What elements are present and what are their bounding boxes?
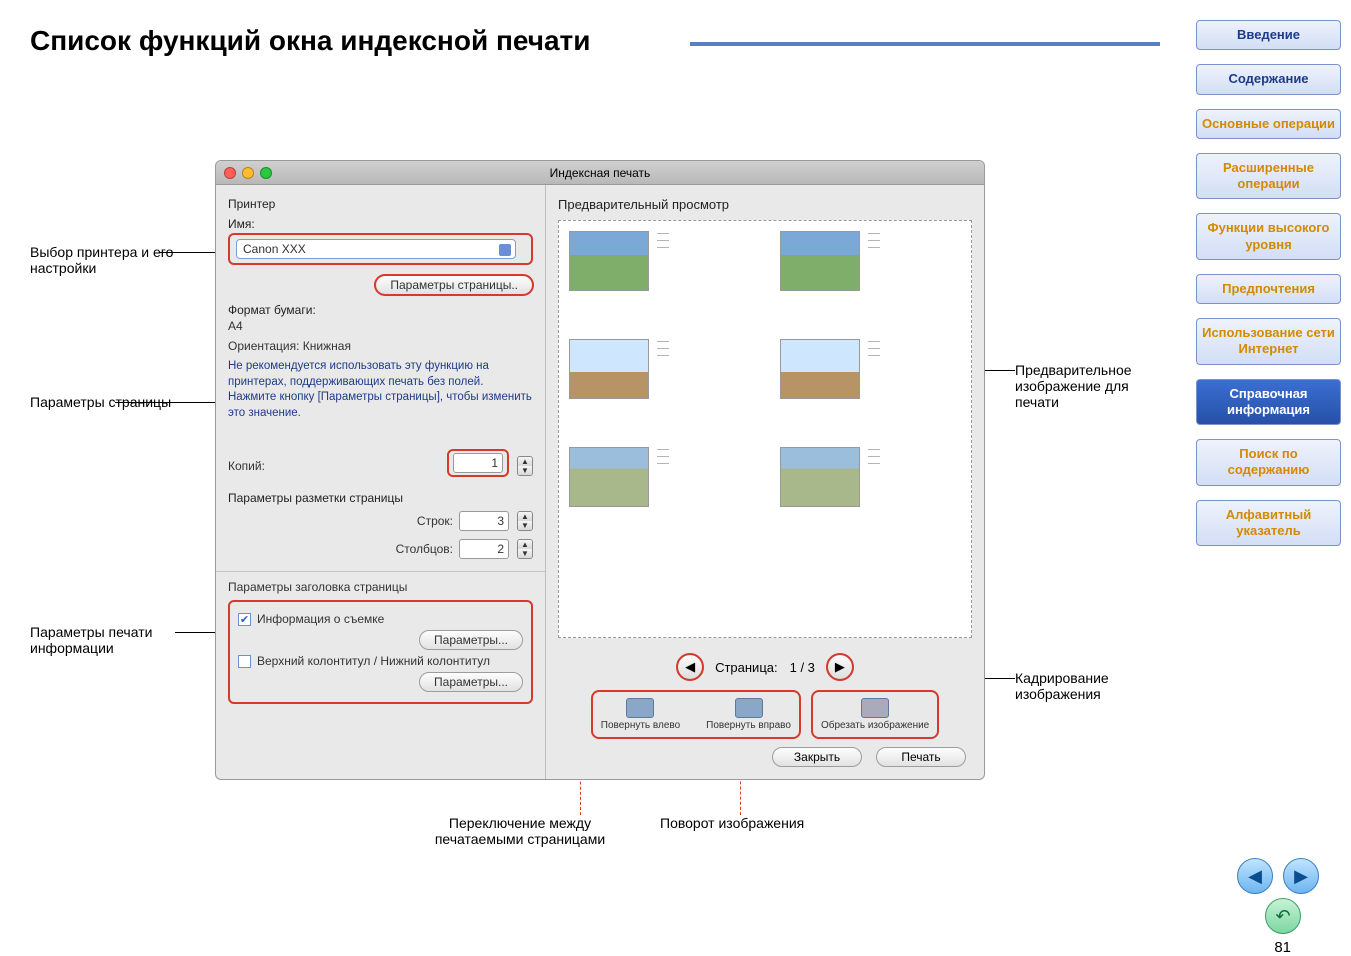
tab-basic-ops[interactable]: Основные операции — [1196, 109, 1341, 139]
page-setup-button[interactable]: Параметры страницы.. — [375, 275, 533, 295]
page-number: 81 — [1274, 939, 1291, 956]
thumbnail: —————— — [780, 339, 961, 429]
callout-print-info: Параметры печати информации — [30, 624, 200, 656]
sidebar: Введение Содержание Основные операции Ра… — [1196, 20, 1341, 546]
printer-select[interactable]: Canon XXX — [236, 239, 516, 259]
nav-prev-icon[interactable]: ◀ — [1237, 858, 1273, 894]
paper-value: A4 — [228, 319, 533, 333]
page-indicator-value: 1 / 3 — [790, 660, 815, 675]
name-label: Имя: — [228, 217, 533, 231]
callout-trimming: Кадрирование изображения — [1015, 670, 1175, 702]
copies-spinner[interactable]: ▲▼ — [517, 456, 533, 476]
rotate-right-button[interactable]: Повернуть вправо — [700, 694, 797, 735]
callout-printer-select: Выбор принтера и его настройки — [30, 244, 200, 276]
callout-rotate: Поворот изображения — [660, 815, 860, 831]
left-pane: Принтер Имя: Canon XXX Параметры страниц… — [216, 185, 546, 779]
thumbnail: —————— — [569, 447, 750, 537]
window-title: Индексная печать — [216, 166, 984, 180]
shooting-info-label: Информация о съемке — [257, 612, 384, 626]
thumbnail: —————— — [569, 339, 750, 429]
callout-page-switch: Переключение между печатаемыми страницам… — [410, 815, 630, 847]
title-rule — [690, 42, 1160, 46]
tab-high-level[interactable]: Функции высокого уровня — [1196, 213, 1341, 260]
headerfooter-params-button[interactable]: Параметры... — [419, 672, 523, 692]
leader-line — [115, 402, 230, 403]
tab-reference[interactable]: Справочная информация — [1196, 379, 1341, 426]
margin-note: Не рекомендуется использовать эту функци… — [228, 359, 533, 421]
crop-label: Обрезать изображение — [821, 720, 929, 731]
right-pane: Предварительный просмотр —————— —————— —… — [546, 185, 984, 779]
nav-pager: ◀ ▶ — [1237, 858, 1319, 894]
tab-preferences[interactable]: Предпочтения — [1196, 274, 1341, 304]
rotate-right-icon — [735, 698, 763, 718]
header-footer-label: Верхний колонтитул / Нижний колонтитул — [257, 654, 490, 668]
page-title: Список функций окна индексной печати — [30, 25, 590, 57]
crop-icon — [861, 698, 889, 718]
rotate-left-icon — [626, 698, 654, 718]
titlebar: Индексная печать — [216, 161, 984, 185]
printer-label: Принтер — [228, 197, 533, 211]
cols-label: Столбцов: — [396, 542, 453, 556]
thumbnail: —————— — [569, 231, 750, 321]
preview-area: —————— —————— —————— —————— —————— —————… — [558, 220, 972, 638]
layout-label: Параметры разметки страницы — [228, 491, 533, 505]
tab-advanced-ops[interactable]: Расширенные операции — [1196, 153, 1341, 200]
rows-input[interactable]: 3 — [459, 511, 509, 531]
copies-label: Копий: — [228, 459, 265, 473]
print-button[interactable]: Печать — [876, 747, 966, 767]
page-prev-button[interactable]: ◀ — [677, 654, 703, 680]
cols-spinner[interactable]: ▲▼ — [517, 539, 533, 559]
shooting-info-checkbox[interactable]: ✔ — [238, 613, 251, 626]
header-section-label: Параметры заголовка страницы — [228, 580, 533, 594]
rows-spinner[interactable]: ▲▼ — [517, 511, 533, 531]
callout-preview: Предварительное изображение для печати — [1015, 362, 1175, 410]
thumbnail: —————— — [780, 231, 961, 321]
tab-search[interactable]: Поиск по содержанию — [1196, 439, 1341, 486]
orientation-value: Ориентация: Книжная — [228, 339, 533, 353]
rotate-left-label: Повернуть влево — [601, 720, 680, 731]
page-indicator-label: Страница: — [715, 660, 778, 675]
rotate-left-button[interactable]: Повернуть влево — [595, 694, 686, 735]
cols-input[interactable]: 2 — [459, 539, 509, 559]
crop-button[interactable]: Обрезать изображение — [815, 694, 935, 735]
tab-intro[interactable]: Введение — [1196, 20, 1341, 50]
paper-label: Формат бумаги: — [228, 303, 533, 317]
rows-label: Строк: — [417, 514, 453, 528]
tab-index[interactable]: Алфавитный указатель — [1196, 500, 1341, 547]
nav-next-icon[interactable]: ▶ — [1283, 858, 1319, 894]
preview-label: Предварительный просмотр — [558, 197, 972, 212]
tab-contents[interactable]: Содержание — [1196, 64, 1341, 94]
copies-input[interactable]: 1 — [453, 453, 503, 473]
close-button[interactable]: Закрыть — [772, 747, 862, 767]
thumbnail: —————— — [780, 447, 961, 537]
nav-back-icon[interactable]: ↶ — [1265, 898, 1301, 934]
rotate-right-label: Повернуть вправо — [706, 720, 791, 731]
index-print-dialog: Индексная печать Принтер Имя: Canon XXX … — [215, 160, 985, 780]
page-next-button[interactable]: ▶ — [827, 654, 853, 680]
tab-internet[interactable]: Использование сети Интернет — [1196, 318, 1341, 365]
shooting-params-button[interactable]: Параметры... — [419, 630, 523, 650]
header-footer-checkbox[interactable] — [238, 655, 251, 668]
